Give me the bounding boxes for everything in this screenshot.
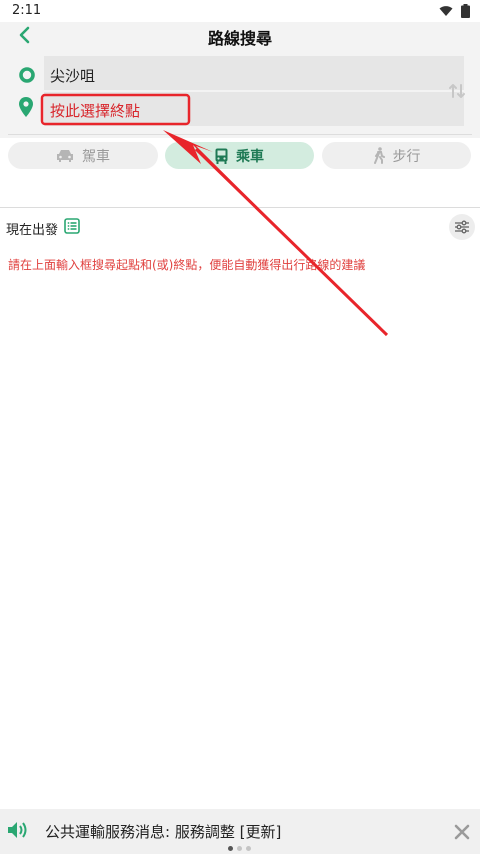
- sliders-icon: [455, 220, 469, 234]
- pager-dot: [246, 846, 251, 851]
- page-title: 路線搜尋: [207, 29, 272, 48]
- tab-transit-label: 乘車: [236, 148, 264, 165]
- tab-drive-label: 駕車: [82, 148, 110, 165]
- status-icons: [439, 4, 470, 18]
- destination-pin-icon: [19, 97, 33, 117]
- close-icon[interactable]: [453, 823, 471, 841]
- tab-walk[interactable]: 步行: [322, 142, 471, 169]
- tab-transit[interactable]: 乘車: [165, 142, 314, 169]
- route-hint: 請在上面輸入框搜尋起點和(或)終點，便能自動獲得出行路線的建議: [8, 258, 366, 272]
- wifi-icon: [439, 6, 453, 16]
- schedule-list-icon[interactable]: [64, 218, 80, 234]
- service-news-link[interactable]: 公共運輸服務消息: 服務調整 [更新]: [45, 821, 281, 842]
- battery-icon: [461, 4, 470, 18]
- walk-icon: [373, 147, 385, 164]
- mode-tabs: 駕車 乘車 步行: [0, 138, 480, 174]
- top-bar: 路線搜尋: [0, 22, 480, 48]
- status-bar: 2:11: [0, 0, 480, 22]
- news-pager: [228, 846, 251, 851]
- tab-walk-label: 步行: [392, 148, 421, 165]
- pager-dot: [228, 846, 233, 851]
- status-time: 2:11: [12, 3, 42, 18]
- filter-settings-button[interactable]: [449, 214, 475, 240]
- tab-drive[interactable]: 駕車: [8, 142, 158, 169]
- destination-placeholder: 按此選擇終點: [50, 102, 141, 120]
- origin-input[interactable]: 尖沙咀: [44, 56, 464, 90]
- car-icon: [57, 149, 73, 162]
- depart-time-label[interactable]: 現在出發: [6, 219, 58, 238]
- speaker-icon: [8, 822, 27, 838]
- pager-dot: [237, 846, 242, 851]
- bus-icon: [215, 148, 228, 164]
- swap-icon[interactable]: [446, 80, 468, 102]
- origin-marker-icon: [19, 67, 35, 83]
- route-divider: [8, 134, 472, 135]
- section-divider: [0, 207, 480, 208]
- destination-input[interactable]: 按此選擇終點: [44, 92, 464, 126]
- service-news-bar: 公共運輸服務消息: 服務調整 [更新]: [0, 809, 480, 854]
